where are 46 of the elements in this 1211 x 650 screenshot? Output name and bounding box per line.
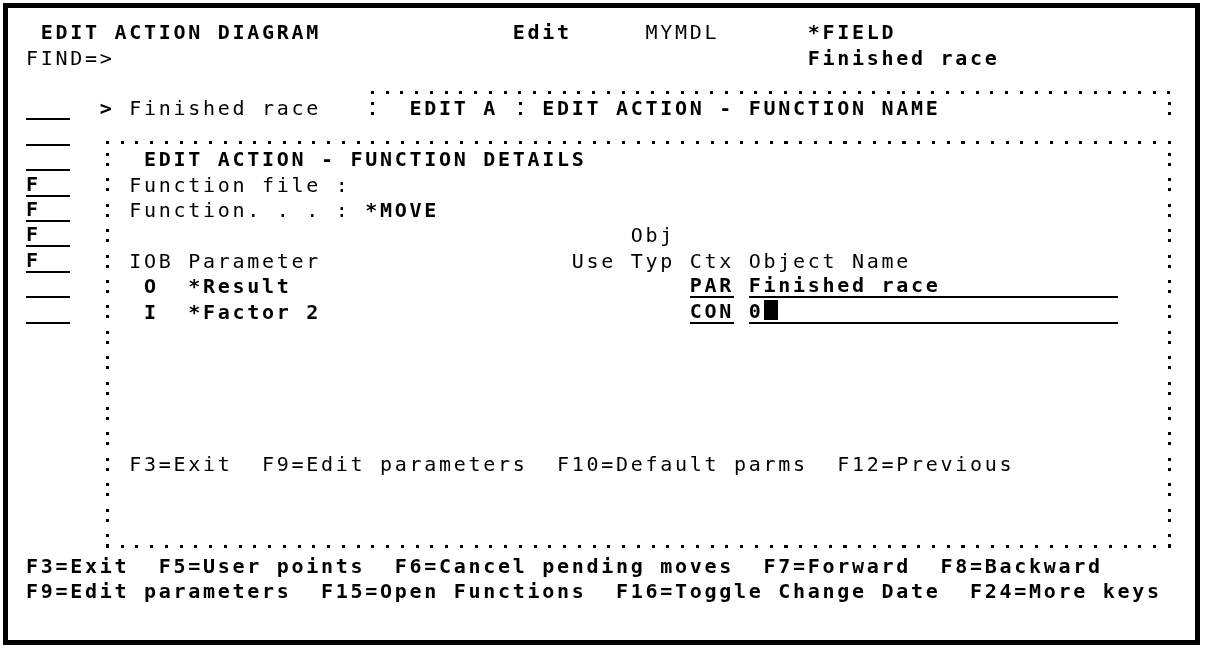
window-title: EDIT ACTION - FUNCTION DETAILS (144, 147, 587, 173)
function-key-hint: F3=Exit (129, 451, 233, 478)
line-command-field[interactable]: F (26, 198, 71, 223)
line-command-field[interactable]: F (26, 248, 71, 273)
function-key-hint: F16=Toggle Change Date (616, 578, 941, 605)
column-header: Obj (630, 223, 675, 249)
iob-value: O (144, 274, 159, 300)
field-label: Function file : (129, 172, 351, 199)
function-key-hint: F9=Edit parameters (262, 451, 528, 478)
line-command-field[interactable]: F (26, 172, 71, 197)
parameter-name: *Result (188, 274, 292, 300)
window-title: EDIT ACTION - FUNCTION NAME (542, 96, 941, 122)
line-command-field[interactable]: F (26, 223, 71, 248)
function-key-hint: F10=Default parms (557, 451, 808, 478)
function-key-hint: F7=Forward (763, 553, 912, 579)
find-prompt: FIND=> (26, 45, 115, 72)
column-header: Typ (630, 248, 675, 275)
function-key-hint: F8=Backward (940, 553, 1103, 579)
column-header: Object Name (748, 248, 911, 275)
field-value: *MOVE (365, 198, 439, 224)
iob-value: I (144, 299, 159, 325)
column-header: Ctx (689, 248, 734, 275)
mode-label: Edit (512, 20, 572, 46)
function-key-hint: F3=Exit (26, 553, 130, 579)
window-label: EDIT A (409, 96, 498, 122)
function-key-hint: F5=User points (158, 553, 366, 579)
column-header: Use (571, 248, 616, 275)
model-name: MYMDL (645, 20, 720, 46)
action-line-text: Finished race (129, 96, 321, 122)
line-marker: > (99, 96, 115, 122)
column-header: IOB (129, 248, 174, 275)
screen-title: EDIT ACTION DIAGRAM (40, 20, 322, 46)
function-key-hint: F12=Previous (837, 451, 1015, 478)
context-field[interactable]: PAR (689, 274, 734, 299)
object-name-field[interactable]: 0 (748, 299, 1118, 324)
context-field[interactable]: CON (689, 299, 734, 324)
column-header: Parameter (188, 248, 321, 275)
object-name-label: Finished race (807, 45, 1000, 72)
field-label: Function. . . : (129, 198, 351, 224)
function-key-hint: F24=More keys (970, 578, 1162, 605)
object-name-field[interactable]: Finished race (748, 274, 1118, 299)
function-key-hint: F6=Cancel pending moves (394, 553, 735, 579)
parameter-name: *Factor 2 (188, 299, 321, 325)
function-key-hint: F9=Edit parameters (26, 578, 292, 605)
object-type-label: *FIELD (807, 20, 897, 46)
function-key-hint: F15=Open Functions (321, 578, 587, 605)
